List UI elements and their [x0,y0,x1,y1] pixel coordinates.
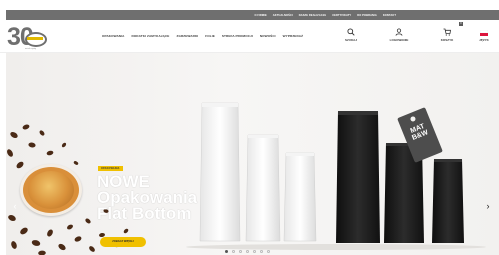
slider-dot[interactable] [260,250,263,253]
poland-flag-icon [480,24,488,36]
logo[interactable]: 30 wcisk czysty [7,24,49,50]
topbar-link-about[interactable]: O FIRMIE [254,14,266,17]
hero-title-line-3: Flat Bottom [97,204,192,223]
user-icon [395,24,403,36]
coffee-beans-image [7,124,129,255]
coffee-cup-crema [28,171,74,209]
login-button[interactable]: LOGOWANIE [384,24,414,42]
login-label: LOGOWANIE [389,38,409,42]
cart-label: KOSZYK [440,38,454,42]
top-utility-bar: O FIRMIE AKTUALNOŚCI NASZE REALIZACJE CE… [6,10,499,20]
black-bag-large [336,111,380,243]
hero-cta-button[interactable]: ZOBACZ WIĘCEJ [100,237,146,247]
slider-dot[interactable] [267,250,270,253]
slider-dot[interactable] [225,250,228,253]
nav-item-closures[interactable]: DODATKI ZAMYKAJĄCE [131,34,169,38]
white-bag-medium [245,134,281,242]
black-bag-small [432,159,464,243]
language-label: JĘZYK [479,38,489,42]
slider-dot[interactable] [232,250,235,253]
nav-item-films[interactable]: FOLIE [205,34,215,38]
nav-item-sale[interactable]: WYPRZEDAŻ [283,34,304,38]
hero-slider[interactable]: MAT B&W OPAKOWANIA NOWE Opakowania Flat … [6,53,499,255]
slider-pagination [225,250,274,253]
search-button[interactable]: SZUKAJ [336,24,366,42]
white-bag-small [283,152,317,242]
hero-title: NOWE Opakowania Flat Bottom [97,173,197,223]
tag-hole [409,115,417,123]
topbar-link-news[interactable]: AKTUALNOŚCI [273,14,293,17]
main-nav: OPAKOWANIA DODATKI ZAMYKAJĄCE ZGRZEWARKI… [102,33,310,39]
topbar-link-certificates[interactable]: CERTYFIKATY [332,14,351,17]
cart-count-badge: 0 [459,22,463,26]
tag-text: MAT B&W [409,122,430,142]
slider-dot[interactable] [246,250,249,253]
logo-seal-bar [27,37,43,40]
cart-icon [443,24,451,36]
language-selector[interactable]: JĘZYK [469,24,499,42]
search-icon [347,24,355,36]
nav-item-new[interactable]: NOWOŚCI [260,34,276,38]
white-bag-large [199,102,241,242]
bags-image [186,102,486,250]
slider-next-arrow[interactable]: › [484,201,492,211]
slider-dot[interactable] [239,250,242,253]
topbar-link-realizations[interactable]: NASZE REALIZACJE [299,14,326,17]
search-label: SZUKAJ [344,38,357,42]
top-strip [0,0,499,5]
nav-item-promotions[interactable]: STREFA PROMOCJI [222,34,253,38]
slider-prev-arrow[interactable]: ‹ [11,201,19,211]
cart-button[interactable]: KOSZYK [432,24,462,42]
topbar-link-downloads[interactable]: DO POBRANIA [357,14,377,17]
page: O FIRMIE AKTUALNOŚCI NASZE REALIZACJE CE… [0,0,499,255]
logo-tagline: wcisk czysty [25,48,36,50]
slider-dot[interactable] [253,250,256,253]
topbar-link-contact[interactable]: KONTAKT [383,14,396,17]
nav-item-packaging[interactable]: OPAKOWANIA [102,34,124,38]
hero-eyebrow: OPAKOWANIA [98,166,123,171]
nav-item-sealers[interactable]: ZGRZEWARKI [176,34,198,38]
